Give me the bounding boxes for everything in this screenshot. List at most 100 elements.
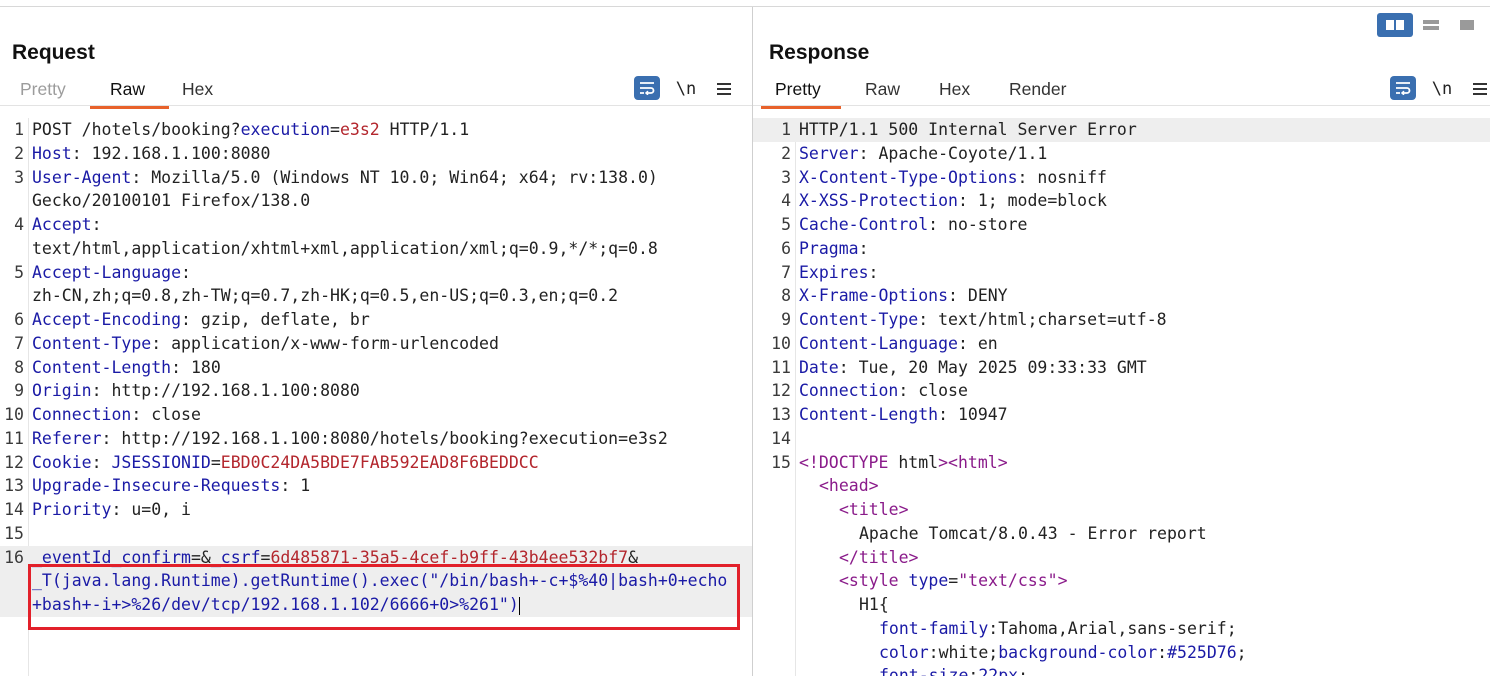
code-line[interactable]: </title> xyxy=(753,546,1490,570)
line-number: 6 xyxy=(14,310,24,329)
code-line[interactable]: 4 Accept: xyxy=(0,213,752,237)
code-line[interactable]: 3 User-Agent: Mozilla/5.0 (Windows NT 10.… xyxy=(0,166,752,190)
code-line[interactable]: 9 Origin: http://192.168.1.100:8080 xyxy=(0,379,752,403)
code-line[interactable]: 15 <!DOCTYPE html><html> xyxy=(753,451,1490,475)
wrap-lines-icon[interactable] xyxy=(634,76,660,100)
line-number: 3 xyxy=(14,167,24,187)
line-content: font-family:Tahoma,Arial,sans-serif; xyxy=(879,617,1237,641)
response-editor[interactable]: 1 HTTP/1.1 500 Internal Server Error 2 Serv… xyxy=(753,118,1490,676)
code-token: ; xyxy=(1236,642,1247,662)
response-tab-render[interactable]: Render xyxy=(1009,79,1066,100)
show-newlines-button[interactable]: \n xyxy=(1429,76,1455,102)
code-line[interactable]: 4 X-XSS-Protection: 1; mode=block xyxy=(753,189,1490,213)
code-token: font-size xyxy=(879,666,969,676)
code-line[interactable]: 6 Pragma: xyxy=(753,237,1490,261)
line-number: 5 xyxy=(14,262,24,282)
code-token: = xyxy=(948,571,959,591)
code-line[interactable]: 1 HTTP/1.1 500 Internal Server Error xyxy=(753,118,1490,142)
line-content: Cache-Control: no-store xyxy=(799,213,1027,237)
code-line[interactable]: 12 Cookie: JSESSIONID=EBD0C24DA5BDE7FAB59… xyxy=(0,451,752,475)
code-line[interactable]: 6 Accept-Encoding: gzip, deflate, br xyxy=(0,308,752,332)
code-line[interactable]: 8 X-Frame-Options: DENY xyxy=(753,284,1490,308)
code-token: HTTP/1.1 500 Internal Server Error xyxy=(799,120,1137,139)
code-line[interactable]: font-size:22px; xyxy=(753,664,1490,676)
code-token: : http://192.168.1.100:8080 xyxy=(91,381,360,401)
code-line[interactable]: <head> xyxy=(753,474,1490,498)
code-line[interactable]: 13 Content-Length: 10947 xyxy=(753,403,1490,427)
code-line[interactable]: text/html,application/xhtml+xml,applicat… xyxy=(0,237,752,261)
code-line[interactable]: <title> xyxy=(753,498,1490,522)
code-token: = xyxy=(210,452,221,472)
code-token: > xyxy=(1057,571,1068,591)
code-token: : text/html;charset=utf-8 xyxy=(918,310,1167,329)
menu-icon[interactable] xyxy=(1469,76,1490,102)
request-tab-separator xyxy=(0,105,752,106)
code-token: HTTP/1.1 xyxy=(379,120,470,139)
line-number: 10 xyxy=(4,405,24,424)
payload-highlight-box xyxy=(28,564,740,630)
code-line[interactable]: 10 Connection: close xyxy=(0,403,752,427)
code-line[interactable]: 7 Content-Type: application/x-www-form-ur… xyxy=(0,332,752,356)
code-token: Content-Length xyxy=(799,405,939,424)
code-token: text/html,application/xhtml+xml,applicat… xyxy=(32,238,658,258)
code-line[interactable]: 2 Server: Apache-Coyote/1.1 xyxy=(753,142,1490,166)
request-title: Request xyxy=(12,41,95,64)
code-line[interactable]: 14 xyxy=(753,427,1490,451)
line-number: 9 xyxy=(781,310,791,329)
code-line[interactable]: H1{ xyxy=(753,593,1490,617)
code-line[interactable]: 5 Cache-Control: no-store xyxy=(753,213,1490,237)
code-line[interactable]: 1 POST /hotels/booking?execution=e3s2 HTT… xyxy=(0,118,752,142)
code-token: > xyxy=(938,452,949,472)
code-line[interactable]: Gecko/20100101 Firefox/138.0 xyxy=(0,189,752,213)
code-token: Content-Length xyxy=(32,357,172,377)
response-tab-hex[interactable]: Hex xyxy=(939,79,970,100)
request-tab-raw[interactable]: Raw xyxy=(90,79,170,109)
active-tab-underline xyxy=(90,106,170,109)
code-token: Priority xyxy=(32,500,112,519)
code-token: X-Content-Type-Options xyxy=(799,167,1018,187)
code-line[interactable]: 12 Connection: close xyxy=(753,379,1490,403)
code-line[interactable]: 7 Expires: xyxy=(753,261,1490,285)
code-token: : en xyxy=(957,333,998,353)
code-token: = xyxy=(330,120,340,139)
line-number: 1 xyxy=(781,120,791,139)
response-pane: Response Pretty Raw Hex Render \n 1 HTTP/… xyxy=(753,7,1490,676)
code-token: </title> xyxy=(839,547,919,567)
code-line[interactable]: 3 X-Content-Type-Options: nosniff xyxy=(753,166,1490,190)
line-content: Accept-Encoding: gzip, deflate, br xyxy=(32,308,370,332)
code-line[interactable]: 11 Date: Tue, 20 May 2025 09:33:33 GMT xyxy=(753,356,1490,380)
code-line[interactable]: 2 Host: 192.168.1.100:8080 xyxy=(0,142,752,166)
code-line[interactable]: 5 Accept-Language: xyxy=(0,261,752,285)
line-number: 4 xyxy=(14,215,24,234)
menu-icon[interactable] xyxy=(713,76,735,102)
code-token: : no-store xyxy=(928,215,1028,234)
code-line[interactable]: color:white;background-color:#525D76; xyxy=(753,641,1490,665)
code-line[interactable]: zh-CN,zh;q=0.8,zh-TW;q=0.7,zh-HK;q=0.5,e… xyxy=(0,284,752,308)
code-line[interactable]: <style type="text/css"> xyxy=(753,569,1490,593)
code-line[interactable]: Apache Tomcat/8.0.43 - Error report xyxy=(753,522,1490,546)
code-line[interactable]: 10 Content-Language: en xyxy=(753,332,1490,356)
code-line[interactable]: font-family:Tahoma,Arial,sans-serif; xyxy=(753,617,1490,641)
code-line[interactable]: 14 Priority: u=0, i xyxy=(0,498,752,522)
code-line[interactable]: 13 Upgrade-Insecure-Requests: 1 xyxy=(0,474,752,498)
code-token: Connection xyxy=(32,405,132,424)
code-token: JSESSIONID xyxy=(111,452,211,472)
request-tab-hex[interactable]: Hex xyxy=(182,79,213,100)
code-token: Cookie xyxy=(32,452,92,472)
code-token: : close xyxy=(131,405,201,424)
response-tab-pretty-label: Pretty xyxy=(775,79,821,99)
code-token: type xyxy=(908,571,949,591)
code-token: Accept-Language xyxy=(32,262,182,282)
response-tab-pretty[interactable]: Pretty xyxy=(761,79,841,109)
code-token: : close xyxy=(898,381,968,401)
line-number: 8 xyxy=(781,286,791,306)
request-tab-pretty[interactable]: Pretty xyxy=(20,79,66,100)
code-token: <style xyxy=(839,571,909,591)
code-line[interactable]: 9 Content-Type: text/html;charset=utf-8 xyxy=(753,308,1490,332)
show-newlines-button[interactable]: \n xyxy=(673,76,699,102)
code-line[interactable]: 11 Referer: http://192.168.1.100:8080/hot… xyxy=(0,427,752,451)
response-tab-raw[interactable]: Raw xyxy=(865,79,900,100)
code-line[interactable]: 8 Content-Length: 180 xyxy=(0,356,752,380)
code-line[interactable]: 15 xyxy=(0,522,752,546)
wrap-lines-icon[interactable] xyxy=(1390,76,1416,100)
